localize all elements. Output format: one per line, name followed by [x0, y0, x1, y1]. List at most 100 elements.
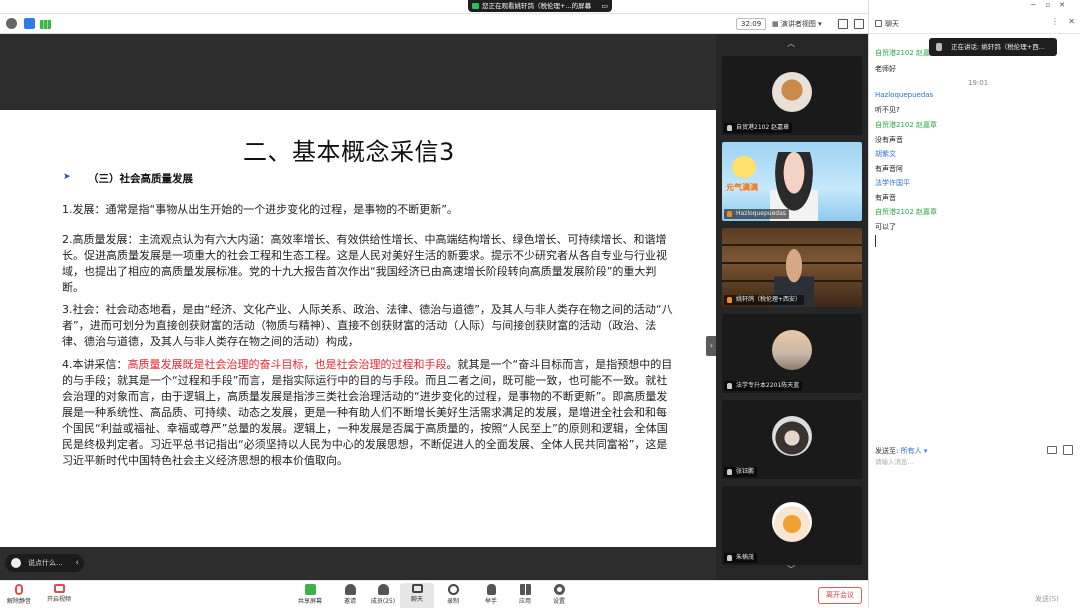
participant-name: 自贸港2102 赵嘉章: [724, 123, 793, 133]
slide-title: 二、基本概念采信3: [243, 138, 455, 166]
chat-face-icon: [11, 558, 21, 568]
participant-name: 张钰鹏: [724, 467, 758, 477]
window-controls[interactable]: −▫✕: [1031, 1, 1074, 9]
quick-chat-bubble[interactable]: 说点什么... ‹: [5, 554, 84, 572]
text-caret: [875, 235, 876, 247]
view-label: 演讲者视图: [780, 20, 816, 28]
send-to-label: 发送至:: [875, 447, 899, 455]
mic-muted-icon: [15, 584, 23, 595]
quick-chat-placeholder: 说点什么...: [28, 559, 63, 567]
avatar: [772, 416, 812, 456]
video-tile-active-speaker[interactable]: 姚轩鸽（税伦理+西安）: [722, 228, 862, 307]
mic-icon: [936, 43, 942, 51]
message-sender: 自贸港2102 赵嘉章: [875, 121, 938, 129]
meeting-timer: 32:09: [736, 18, 767, 30]
fullscreen-icon[interactable]: [838, 19, 848, 29]
p4-lead: 4.本讲采信：: [62, 358, 128, 371]
message-sender: 自贸港2102 赵嘉章: [875, 208, 938, 216]
chat-header: 聊天 ⋮ ✕: [869, 14, 1080, 34]
send-to-selector[interactable]: 发送至: 所有人 ▾: [875, 446, 927, 456]
video-tile[interactable]: 自贸港2102 赵嘉章: [722, 56, 862, 135]
start-video-button[interactable]: 开启视频: [42, 583, 76, 608]
message-sender: 自贸港2102 赵嘉章: [875, 49, 938, 57]
speaking-indicator: 正在讲话: 姚轩鸽（税伦理+西...: [929, 38, 1057, 56]
p4-body: 。就其是一个“奋斗目标而言，是指预想中的目的与手段；就其是一个“过程和手段”而言…: [62, 358, 673, 467]
message-sender: 法学许国平: [875, 179, 910, 187]
info-icon[interactable]: [6, 18, 17, 29]
message-text: 听不见?: [875, 106, 900, 114]
meeting-window: 您正在观看姚轩鸽（税伦理+...的屏幕 ▭ 32:09 ▦ 演讲者视图 ▾ 二、…: [0, 0, 1080, 608]
settings-label: 设置: [552, 598, 565, 605]
video-tile[interactable]: 法学专升本2201陈天蓝: [722, 314, 862, 393]
invite-icon: [344, 584, 356, 595]
sun-sticker-icon: [732, 156, 756, 178]
sticker-text: 元气满满: [726, 183, 758, 192]
meeting-controls: 解除静音 开启视频 共享屏幕 邀请 成员(25) 聊天 录制 举手 应用 设置 …: [0, 580, 868, 608]
members-icon: [377, 584, 389, 595]
apps-button[interactable]: 应用: [508, 583, 542, 608]
title-bar: 您正在观看姚轩鸽（税伦理+...的屏幕 ▭: [0, 0, 868, 14]
slide-heading: （三）社会高质量发展: [88, 173, 193, 185]
chat-panel: −▫✕ 聊天 ⋮ ✕ 自贸港2102 赵嘉章 老师好 19:01 Hazloqu…: [868, 0, 1080, 608]
chat-message-input[interactable]: [875, 456, 1073, 576]
video-tile[interactable]: 朱楠茂: [722, 486, 862, 565]
share-screen-button[interactable]: 共享屏幕: [293, 583, 327, 608]
screenshot-icon[interactable]: [1063, 445, 1073, 455]
unmute-button[interactable]: 解除静音: [2, 583, 36, 608]
video-gallery: ︿ 自贸港2102 赵嘉章 元气满满 Hazloquepuedas 姚轩鸽（税伦…: [716, 34, 868, 580]
chat-icon: [411, 584, 423, 593]
chevron-left-icon[interactable]: ‹: [75, 554, 79, 572]
slide-paragraph-4: 4.本讲采信：高质量发展既是社会治理的奋斗目标，也是社会治理的过程和手段。就其是…: [62, 357, 674, 469]
bookshelf: [722, 244, 862, 246]
shared-screen-area: 二、基本概念采信3 ➤ （三）社会高质量发展 1.发展：通常是指“事物从出生开始…: [0, 34, 717, 580]
chat-window-icon: [875, 20, 882, 27]
speaker-view-button[interactable]: ▦ 演讲者视图 ▾: [772, 18, 822, 30]
bullet-arrow-icon: ➤: [63, 172, 71, 182]
raise-hand-label: 举手: [484, 598, 497, 605]
record-icon: [447, 584, 459, 595]
close-icon[interactable]: ✕: [1068, 17, 1075, 26]
slide-paragraph-2: 2.高质量发展：主流观点认为有六大内涵：高效率增长、有效供给性增长、中高端结构增…: [62, 233, 667, 294]
popout-icon[interactable]: [854, 19, 864, 29]
speaking-text: 正在讲话: 姚轩鸽（税伦理+西...: [951, 43, 1045, 51]
expand-icon[interactable]: ▭: [601, 0, 608, 12]
participant-name: 法学专升本2201陈天蓝: [724, 381, 803, 391]
invite-label: 邀请: [343, 598, 356, 605]
settings-button[interactable]: 设置: [542, 583, 576, 608]
chat-button[interactable]: 聊天: [400, 583, 434, 608]
message-text: 有声音: [875, 194, 896, 202]
camera-off-icon: [53, 584, 65, 593]
start-video-label: 开启视频: [46, 596, 71, 603]
screen-share-banner[interactable]: 您正在观看姚轩鸽（税伦理+...的屏幕 ▭: [468, 0, 612, 12]
share-banner-text: 您正在观看姚轩鸽（税伦理+...的屏幕: [482, 2, 592, 10]
signal-icon[interactable]: [40, 20, 51, 29]
leave-meeting-button[interactable]: 离开会议: [818, 587, 862, 604]
video-tile[interactable]: 张钰鹏: [722, 400, 862, 479]
chevron-down-icon[interactable]: ﹀: [787, 564, 795, 575]
avatar: [772, 330, 812, 370]
chat-title: 聊天: [885, 20, 899, 28]
record-button[interactable]: 录制: [436, 583, 470, 608]
invite-button[interactable]: 邀请: [333, 583, 367, 608]
screen-share-icon: [472, 3, 479, 9]
raise-hand-button[interactable]: 举手: [474, 583, 508, 608]
participant-name: Hazloquepuedas: [724, 209, 789, 219]
send-to-recipient[interactable]: 所有人 ▾: [901, 447, 928, 455]
slide-paragraph-1: 1.发展：通常是指“事物从出生开始的一个进步变化的过程，是事物的不断更新”。: [62, 203, 458, 216]
share-screen-icon: [304, 584, 316, 595]
file-icon[interactable]: [1047, 446, 1057, 454]
apps-label: 应用: [518, 598, 531, 605]
shield-icon[interactable]: [24, 18, 35, 29]
chevron-up-icon[interactable]: ︿: [787, 38, 795, 49]
more-options-icon[interactable]: ⋮: [1051, 17, 1061, 26]
p4-highlight: 高质量发展既是社会治理的奋斗目标，也是社会治理的过程和手段: [127, 358, 447, 371]
video-tile[interactable]: 元气满满 Hazloquepuedas: [722, 142, 862, 221]
avatar: [772, 502, 812, 542]
chat-label: 聊天: [410, 596, 423, 603]
send-button[interactable]: 发送(S): [1035, 594, 1059, 604]
message-sender: Hazloquepuedas: [875, 91, 934, 99]
slide: 二、基本概念采信3 ➤ （三）社会高质量发展 1.发展：通常是指“事物从出生开始…: [0, 110, 716, 547]
members-button[interactable]: 成员(25): [366, 583, 400, 608]
message-text: 老师好: [875, 65, 896, 73]
message-text: 有声音阿: [875, 165, 903, 173]
